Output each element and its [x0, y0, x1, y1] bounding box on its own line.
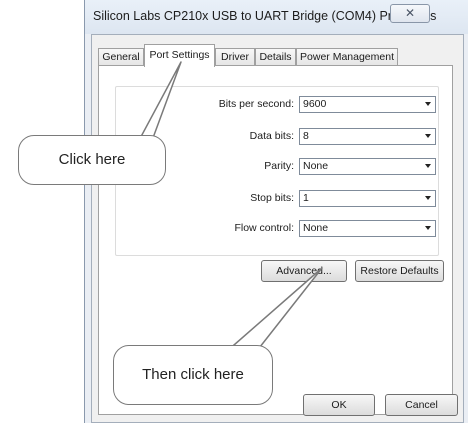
callout-text: Click here: [58, 151, 126, 168]
callout-pointer-2: [225, 267, 323, 353]
callout-click-here: Click here: [18, 135, 166, 185]
callout-text: Then click here: [142, 366, 244, 383]
callout-then-click-here: Then click here: [113, 345, 273, 405]
callout-pointer-1: [135, 61, 182, 147]
